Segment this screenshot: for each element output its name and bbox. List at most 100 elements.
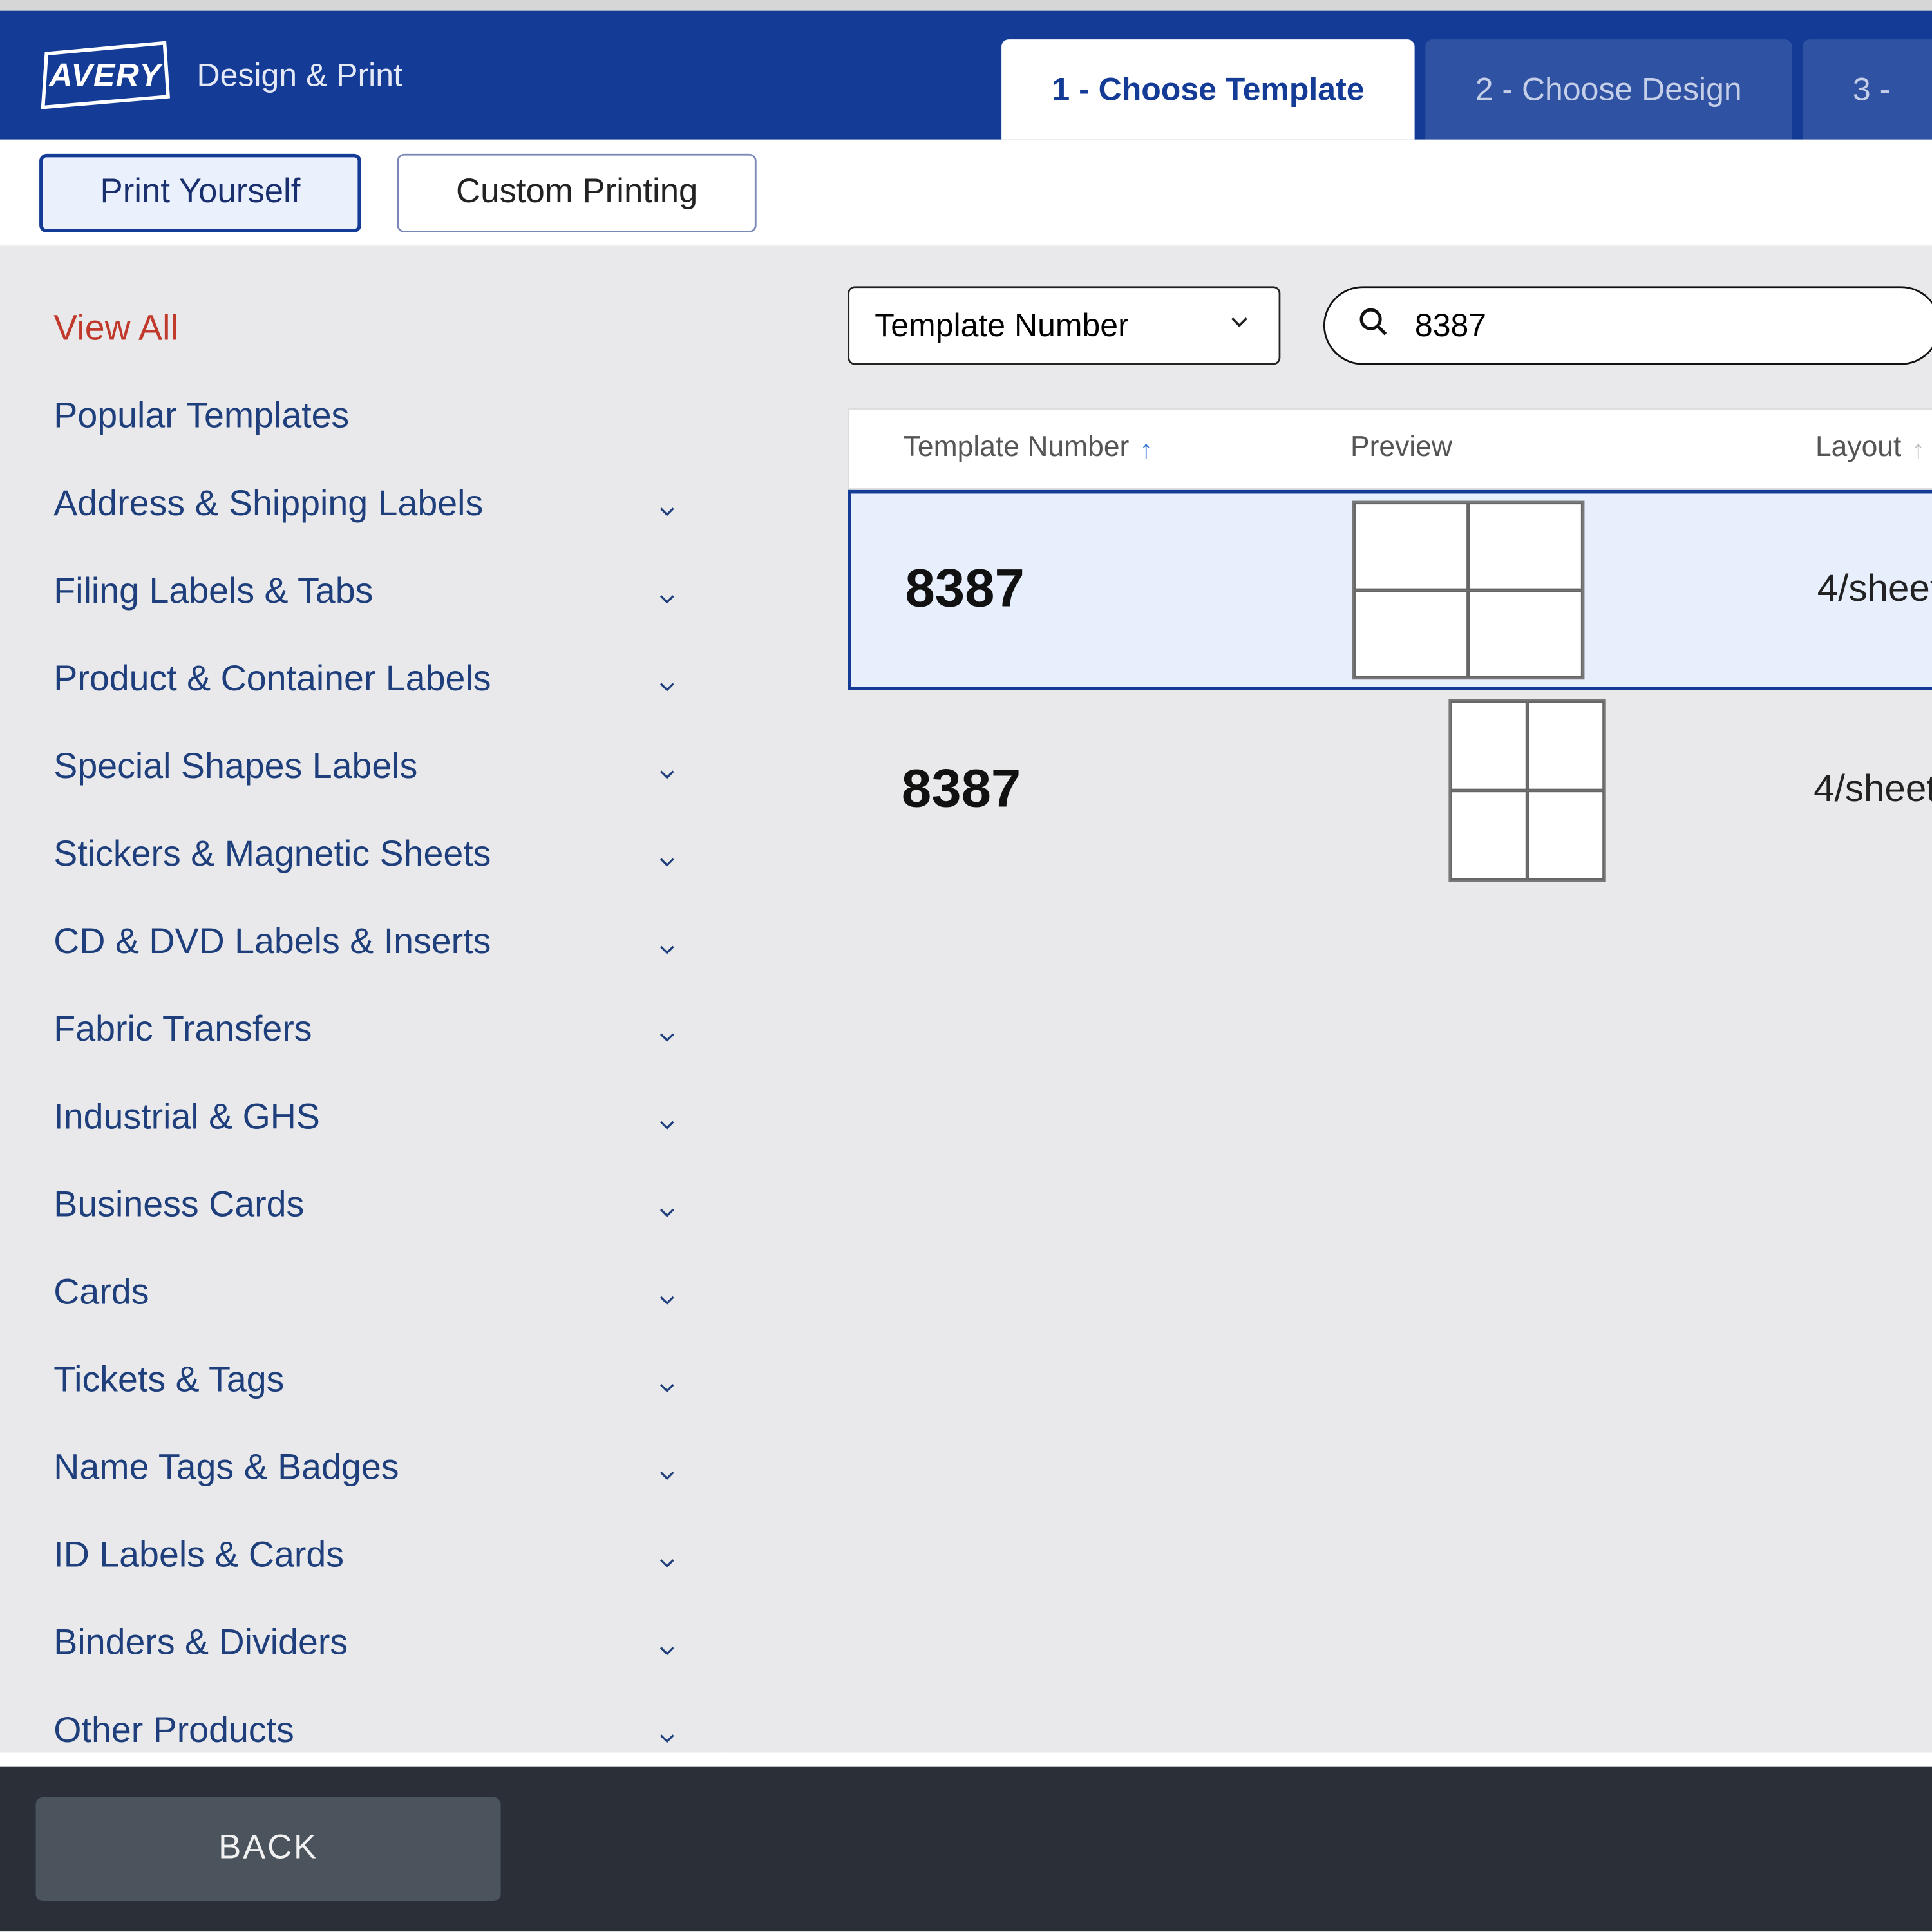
sidebar-item-fabric-transfers[interactable]: Fabric Transfers xyxy=(53,987,679,1075)
step-label: 3 - xyxy=(1853,71,1890,108)
sidebar-item-label: CD & DVD Labels & Inserts xyxy=(53,923,491,964)
cell-preview xyxy=(1349,698,1814,880)
button-label: BACK xyxy=(218,1830,318,1867)
brand-block: AVERY Design & Print xyxy=(0,36,402,115)
table-header: Template Number ↑ Preview Layout ↑ xyxy=(848,408,1932,490)
main-panel: Template Number Template Number ↑ Previe… xyxy=(723,247,1932,1752)
col-layout[interactable]: Layout ↑ xyxy=(1815,433,1932,465)
avery-logo: AVERY xyxy=(39,36,171,115)
template-search[interactable] xyxy=(1323,286,1932,365)
sidebar-item-special-shapes[interactable]: Special Shapes Labels xyxy=(53,724,679,812)
chevron-down-icon xyxy=(655,1544,680,1569)
sidebar-item-product-container[interactable]: Product & Container Labels xyxy=(53,637,679,724)
dropdown-label: Template Number xyxy=(875,307,1129,344)
window-chrome-bar xyxy=(0,0,1932,11)
sidebar-item-label: Fabric Transfers xyxy=(53,1010,312,1052)
tab-custom-printing[interactable]: Custom Printing xyxy=(397,153,757,231)
col-label: Preview xyxy=(1350,433,1452,465)
sidebar-item-label: Popular Templates xyxy=(53,397,349,438)
chevron-down-icon xyxy=(655,1719,680,1745)
sidebar-item-filing-labels[interactable]: Filing Labels & Tabs xyxy=(53,549,679,637)
sidebar-item-other-products[interactable]: Other Products xyxy=(53,1688,679,1776)
chevron-down-icon xyxy=(655,668,680,693)
chevron-down-icon xyxy=(655,843,680,868)
step-choose-design[interactable]: 2 - Choose Design xyxy=(1425,39,1792,140)
brand-logo-text: AVERY xyxy=(50,56,162,93)
tab-label: Print Yourself xyxy=(100,173,301,212)
search-field-dropdown[interactable]: Template Number xyxy=(848,286,1281,365)
sidebar-item-label: Industrial & GHS xyxy=(53,1098,320,1139)
sidebar-item-label: ID Labels & Cards xyxy=(53,1536,344,1577)
preview-grid-4 xyxy=(1449,698,1606,880)
table-row[interactable]: 8387 4/sheet xyxy=(848,690,1932,891)
step-three[interactable]: 3 - xyxy=(1803,39,1932,140)
tab-print-yourself[interactable]: Print Yourself xyxy=(39,153,361,231)
sidebar-item-popular-templates[interactable]: Popular Templates xyxy=(53,374,679,461)
sidebar-item-label: Other Products xyxy=(53,1712,294,1753)
step-label: 2 - Choose Design xyxy=(1475,71,1742,108)
sidebar-item-binders-dividers[interactable]: Binders & Dividers xyxy=(53,1600,679,1688)
sidebar-item-view-all[interactable]: View All xyxy=(53,286,679,374)
sidebar-item-label: Cards xyxy=(53,1273,149,1314)
sidebar-item-cards[interactable]: Cards xyxy=(53,1250,679,1338)
chevron-down-icon xyxy=(655,931,680,956)
chevron-down-icon xyxy=(655,755,680,781)
col-label: Template Number xyxy=(904,433,1130,465)
preview-grid-4 xyxy=(1352,501,1585,680)
sidebar-item-business-cards[interactable]: Business Cards xyxy=(53,1162,679,1250)
sidebar-item-label: View All xyxy=(53,309,178,350)
body: View All Popular Templates Address & Shi… xyxy=(0,247,1932,1752)
category-sidebar: View All Popular Templates Address & Shi… xyxy=(0,247,723,1752)
chevron-down-icon xyxy=(655,493,680,518)
cell-template-number: 8387 xyxy=(905,560,1352,620)
sidebar-item-industrial-ghs[interactable]: Industrial & GHS xyxy=(53,1075,679,1162)
sidebar-item-cd-dvd[interactable]: CD & DVD Labels & Inserts xyxy=(53,900,679,987)
cell-layout: 4/sheet xyxy=(1814,768,1932,811)
app-header: AVERY Design & Print 1 - Choose Template… xyxy=(0,11,1932,140)
chevron-down-icon xyxy=(655,1457,680,1482)
step-choose-template[interactable]: 1 - Choose Template xyxy=(1002,39,1415,140)
sort-asc-icon: ↑ xyxy=(1140,435,1152,463)
wizard-steps: 1 - Choose Template 2 - Choose Design 3 … xyxy=(991,39,1932,140)
sidebar-item-tickets-tags[interactable]: Tickets & Tags xyxy=(53,1338,679,1425)
sidebar-item-label: Name Tags & Badges xyxy=(53,1448,399,1490)
chevron-down-icon xyxy=(655,1194,680,1219)
chevron-down-icon xyxy=(1226,307,1254,344)
sidebar-item-label: Binders & Dividers xyxy=(53,1624,348,1665)
sidebar-item-label: Product & Container Labels xyxy=(53,660,491,701)
cell-layout: 4/sheet xyxy=(1817,569,1932,612)
sidebar-item-label: Special Shapes Labels xyxy=(53,748,417,789)
footer-bar: BACK xyxy=(0,1767,1932,1931)
chevron-down-icon xyxy=(655,1282,680,1307)
col-preview: Preview xyxy=(1350,433,1815,465)
sidebar-item-id-labels[interactable]: ID Labels & Cards xyxy=(53,1513,679,1600)
results-table: Template Number ↑ Preview Layout ↑ 8387 xyxy=(848,408,1932,891)
sidebar-item-name-tags[interactable]: Name Tags & Badges xyxy=(53,1425,679,1513)
chevron-down-icon xyxy=(655,580,680,605)
chevron-down-icon xyxy=(655,1019,680,1044)
sidebar-item-label: Filing Labels & Tabs xyxy=(53,573,373,614)
sidebar-item-label: Business Cards xyxy=(53,1186,304,1227)
brand-subtitle: Design & Print xyxy=(196,56,402,93)
back-button[interactable]: BACK xyxy=(36,1797,501,1901)
col-template-number[interactable]: Template Number ↑ xyxy=(904,433,1350,465)
cell-preview xyxy=(1352,501,1817,680)
search-icon xyxy=(1358,305,1390,346)
step-label: 1 - Choose Template xyxy=(1052,71,1364,108)
filter-controls: Template Number xyxy=(848,286,1932,365)
sidebar-item-label: Stickers & Magnetic Sheets xyxy=(53,835,491,876)
search-input[interactable] xyxy=(1411,305,1906,346)
sidebar-item-stickers-magnetic[interactable]: Stickers & Magnetic Sheets xyxy=(53,812,679,900)
chevron-down-icon xyxy=(655,1632,680,1657)
sidebar-item-label: Tickets & Tags xyxy=(53,1361,284,1402)
sidebar-item-address-shipping[interactable]: Address & Shipping Labels xyxy=(53,461,679,549)
sidebar-item-label: Address & Shipping Labels xyxy=(53,485,483,526)
chevron-down-icon xyxy=(655,1369,680,1394)
mode-row: Print Yourself Custom Printing xyxy=(0,140,1932,247)
col-label: Layout xyxy=(1815,433,1901,465)
table-row[interactable]: 8387 4/sheet xyxy=(848,490,1932,690)
sort-icon: ↑ xyxy=(1912,435,1924,463)
cell-template-number: 8387 xyxy=(902,759,1349,820)
tab-label: Custom Printing xyxy=(456,173,697,212)
chevron-down-icon xyxy=(655,1106,680,1132)
